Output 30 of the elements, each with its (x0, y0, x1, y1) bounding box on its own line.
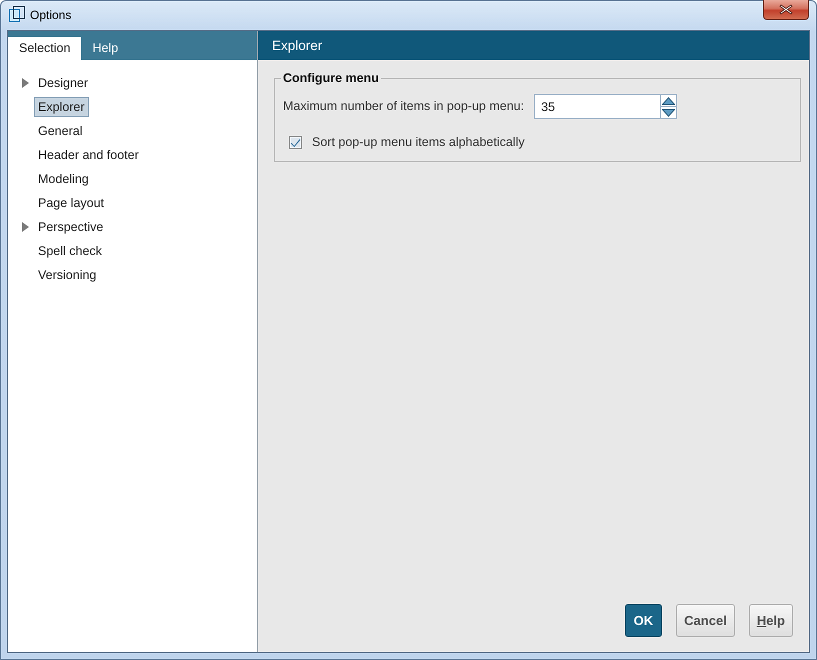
tree-item[interactable]: Perspective (34, 217, 108, 237)
number-input[interactable]: 35 (534, 94, 660, 119)
group-title: Configure menu (282, 71, 380, 85)
dialog-button[interactable]: OK (624, 604, 662, 637)
panel-title: Explorer (258, 31, 809, 60)
expand-arrow-icon[interactable] (22, 222, 29, 232)
dialog-button[interactable]: Help (748, 604, 793, 637)
tree-item[interactable]: Designer (34, 73, 92, 93)
dialog-button[interactable]: Cancel (676, 604, 735, 637)
field-label: Maximum number of items in pop-up menu: (283, 98, 524, 116)
increment-button[interactable] (661, 95, 676, 106)
tab[interactable]: Help (81, 37, 130, 60)
tree-item[interactable]: Page layout (34, 193, 108, 213)
window-icon (9, 6, 25, 22)
close-button[interactable] (763, 0, 809, 20)
tree-item[interactable]: Modeling (34, 169, 93, 189)
tree-item[interactable]: Explorer (34, 97, 89, 117)
checkbox-label: Sort pop-up menu items alphabetically (312, 135, 525, 150)
down-arrow-icon (662, 108, 676, 117)
tree-item[interactable]: Header and footer (34, 145, 143, 165)
tree-item[interactable]: Versioning (34, 265, 100, 285)
up-arrow-icon (662, 96, 676, 105)
checkbox[interactable] (289, 136, 302, 149)
decrement-button[interactable] (661, 106, 676, 118)
tab[interactable]: Selection (8, 37, 82, 60)
expand-arrow-icon[interactable] (22, 78, 29, 88)
window-title: Options (30, 8, 72, 23)
tree-item[interactable]: General (34, 121, 86, 141)
tree-item[interactable]: Spell check (34, 241, 106, 261)
close-icon (779, 4, 793, 15)
